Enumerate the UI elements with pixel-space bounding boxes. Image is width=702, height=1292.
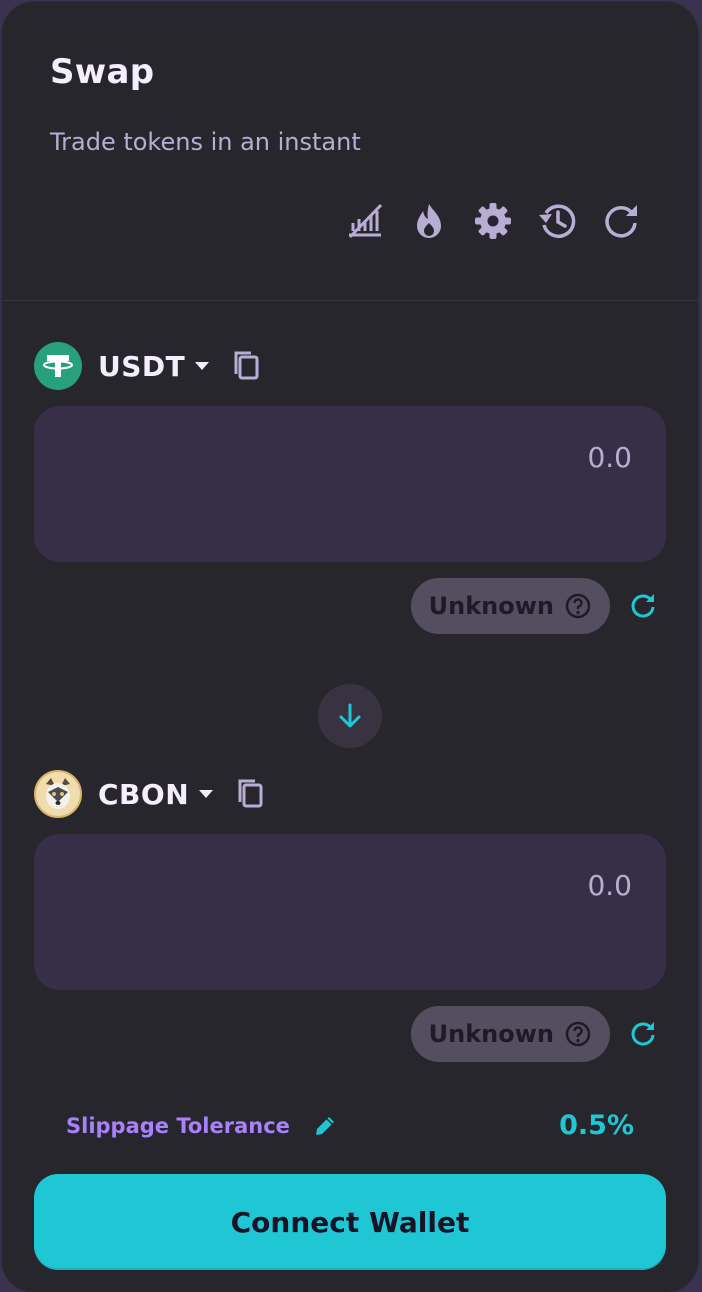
refresh-icon bbox=[605, 205, 637, 238]
chart-disabled-icon bbox=[348, 203, 383, 239]
swap-card: Swap Trade tokens in an instant USDT 0.0… bbox=[2, 2, 698, 1292]
connect-wallet-button[interactable]: Connect Wallet bbox=[34, 1174, 666, 1270]
toolbar bbox=[344, 198, 642, 244]
settings-button[interactable] bbox=[472, 198, 514, 244]
history-button[interactable] bbox=[536, 198, 578, 244]
slippage-row: Slippage Tolerance 0.5% bbox=[66, 1110, 634, 1141]
copy-address-icon[interactable] bbox=[235, 777, 269, 811]
refresh-price-icon[interactable] bbox=[628, 1019, 658, 1049]
slippage-label: Slippage Tolerance bbox=[66, 1113, 290, 1138]
to-token-symbol: CBON bbox=[98, 777, 190, 811]
fire-icon bbox=[417, 204, 441, 238]
to-price-row: Unknown bbox=[410, 1006, 658, 1062]
swap-header: Swap Trade tokens in an instant bbox=[2, 2, 698, 301]
page-subtitle: Trade tokens in an instant bbox=[50, 128, 361, 156]
help-icon bbox=[565, 1021, 591, 1047]
to-amount-input[interactable] bbox=[70, 868, 634, 903]
to-amount-box bbox=[34, 834, 666, 990]
page-title: Swap bbox=[50, 52, 155, 92]
refresh-button[interactable] bbox=[600, 198, 642, 244]
refresh-price-icon[interactable] bbox=[628, 591, 658, 621]
chevron-down-icon bbox=[199, 790, 214, 798]
from-amount-input[interactable] bbox=[70, 440, 634, 475]
slippage-value: 0.5% bbox=[559, 1110, 634, 1141]
hot-tokens-button[interactable] bbox=[408, 198, 450, 244]
cbon-logo-icon bbox=[34, 770, 82, 818]
history-icon bbox=[539, 204, 576, 238]
from-token-selector[interactable]: USDT bbox=[34, 342, 265, 390]
from-amount-box bbox=[34, 406, 666, 562]
to-price-badge[interactable]: Unknown bbox=[410, 1006, 610, 1062]
usdt-logo-icon bbox=[34, 342, 82, 390]
pencil-icon[interactable] bbox=[312, 1113, 338, 1139]
switch-tokens-button[interactable] bbox=[318, 684, 382, 748]
to-token-selector[interactable]: CBON bbox=[34, 770, 269, 818]
help-icon bbox=[565, 593, 591, 619]
gear-icon bbox=[475, 203, 511, 239]
to-price-label: Unknown bbox=[428, 1020, 554, 1048]
from-price-badge[interactable]: Unknown bbox=[410, 578, 610, 634]
from-price-row: Unknown bbox=[410, 578, 658, 634]
arrow-down-icon bbox=[339, 703, 361, 728]
chevron-down-icon bbox=[195, 362, 210, 370]
from-token-symbol: USDT bbox=[98, 349, 186, 383]
chart-toggle-button[interactable] bbox=[344, 198, 386, 244]
from-price-label: Unknown bbox=[428, 592, 554, 620]
copy-address-icon[interactable] bbox=[231, 349, 265, 383]
